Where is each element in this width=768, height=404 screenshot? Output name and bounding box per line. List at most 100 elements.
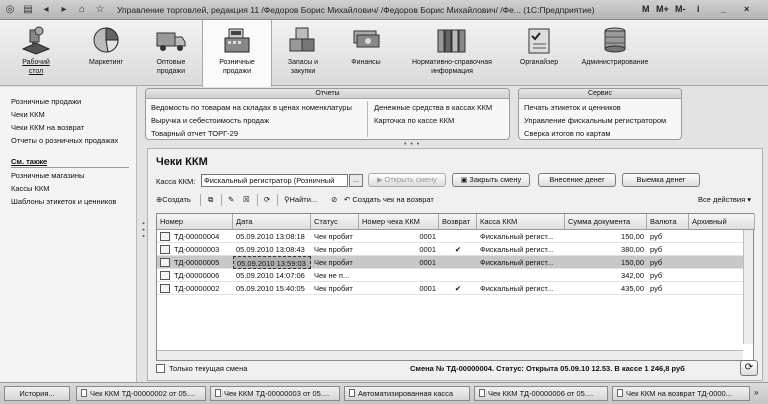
cell-archive (689, 230, 743, 243)
section-reference[interactable]: Нормативно-справочная информация (398, 20, 506, 86)
open-icon[interactable]: ▤ (22, 4, 34, 16)
task-window[interactable]: Чек ККМ ТД-00000006 от 05.... (474, 386, 608, 401)
column-number[interactable]: Номер (157, 214, 233, 230)
vertical-scrollbar[interactable] (743, 230, 753, 344)
section-finance[interactable]: Финансы (334, 20, 398, 86)
column-archive[interactable]: Архивный (689, 214, 755, 230)
table-row[interactable]: ТД-00000006 05.09.2010 14:07:06 Чек не п..… (157, 269, 743, 282)
withdraw-button[interactable]: Выемка денег (622, 173, 700, 187)
nav-item-kkm-returns[interactable]: Чеки ККМ на возврат (11, 123, 84, 132)
table-row[interactable]: ТД-00000003 05.09.2010 13:08:43 Чек пробит… (157, 243, 743, 256)
column-sum[interactable]: Сумма документа (565, 214, 647, 230)
section-marketing[interactable]: Маркетинг (72, 20, 140, 86)
cell-currency: руб (650, 271, 663, 280)
report-stock-balance[interactable]: Ведомость по товарам на складах в ценах … (151, 103, 352, 112)
nav-item-label-templates[interactable]: Шаблоны этикеток и ценников (11, 197, 116, 206)
section-retail[interactable]: Розничные продажи (202, 20, 272, 87)
cell-text: ТД-00000005 (174, 258, 220, 267)
document-icon (349, 389, 355, 397)
cell-text: ТД-00000004 (174, 232, 220, 241)
copy-icon[interactable]: ⧉ (208, 195, 213, 205)
boxes-icon (289, 27, 315, 52)
nav-item-retail-stores[interactable]: Розничные магазины (11, 171, 84, 180)
info-button[interactable]: i (697, 4, 700, 14)
memory-m-button[interactable]: M (642, 4, 650, 14)
splitter-handle-vertical[interactable]: • • • (139, 222, 146, 238)
app-logo-icon[interactable]: ◎ (4, 4, 16, 16)
service-fiscal-register[interactable]: Управление фискальным регистратором (524, 116, 666, 125)
cell-currency: руб (650, 232, 663, 241)
section-label: Финансы (351, 59, 381, 66)
column-currency[interactable]: Валюта (647, 214, 689, 230)
report-revenue-cost[interactable]: Выручка и себестоимость продаж (151, 116, 269, 125)
open-windows-panel: История... Чек ККМ ТД-00000002 от 05....… (0, 382, 768, 404)
cell-archive (689, 269, 743, 282)
favorites-icon[interactable]: ☆ (94, 4, 106, 16)
cell-status: Чек пробит (314, 232, 353, 241)
cell-check-no (359, 269, 439, 282)
toolbar-separator (257, 194, 258, 206)
section-organizer[interactable]: Органайзер (506, 20, 572, 86)
task-window[interactable]: Чек ККМ на возврат ТД-0000... (612, 386, 750, 401)
splitter-handle[interactable]: • • • (404, 141, 420, 148)
cell-return: ✔ (454, 245, 462, 254)
column-date[interactable]: Дата (233, 214, 311, 230)
task-window[interactable]: Чек ККМ ТД-00000002 от 05.... (76, 386, 206, 401)
forward-icon[interactable]: ▸ (58, 4, 70, 16)
nav-item-kkm-registers[interactable]: Кассы ККМ (11, 184, 50, 193)
document-icon (479, 389, 485, 397)
report-cash-in-kkm[interactable]: Денежные средства в кассах ККМ (374, 103, 492, 112)
nav-item-retail-reports[interactable]: Отчеты о розничных продажах (11, 136, 118, 145)
service-card-reconciliation[interactable]: Сверка итогов по картам (524, 129, 611, 138)
section-stock[interactable]: Запасы и закупки (272, 20, 334, 86)
column-status[interactable]: Статус (311, 214, 359, 230)
service-print-labels[interactable]: Печать этикеток и ценников (524, 103, 621, 112)
cancel-search-icon[interactable]: ⊘ (331, 195, 337, 204)
toolbar-separator (277, 194, 278, 206)
cell-number: ТД-00000002 (157, 282, 233, 295)
kassa-select-button[interactable]: ... (349, 174, 363, 187)
document-icon (160, 232, 170, 241)
cell-status: Чек пробит (314, 284, 353, 293)
section-desktop[interactable]: Рабочий стол (0, 20, 72, 86)
back-icon[interactable]: ◂ (40, 4, 52, 16)
table-row[interactable]: ТД-00000002 05.09.2010 15:40:05 Чек пробит… (157, 282, 743, 295)
refresh-button[interactable]: ⟳ (740, 360, 758, 376)
table-row[interactable]: ТД-00000005 05.09.2010 13:59:03 Чек пробит… (157, 256, 743, 269)
history-button[interactable]: История... (4, 386, 70, 401)
section-wholesale[interactable]: Оптовые продажи (140, 20, 202, 86)
taskbar-scroll-icon[interactable]: » (754, 388, 758, 397)
task-window[interactable]: Чек ККМ ТД-00000003 от 05.... (210, 386, 340, 401)
edit-icon[interactable]: ✎ (228, 195, 234, 204)
task-window[interactable]: Автоматизированная касса (344, 386, 470, 401)
create-return-button[interactable]: ↶ Создать чек на возврат (344, 195, 434, 204)
cell-kassa: Фискальный регист... (480, 258, 554, 267)
cash-register-icon (224, 28, 250, 53)
column-kassa[interactable]: Касса ККМ (477, 214, 565, 230)
all-actions-menu[interactable]: Все действия ▾ (698, 195, 751, 204)
find-button[interactable]: ⚲Найти... (284, 195, 317, 204)
nav-item-retail-sales[interactable]: Розничные продажи (11, 97, 81, 106)
memory-minus-button[interactable]: M- (675, 4, 686, 14)
close-shift-button[interactable]: ▣ Закрыть смену (452, 173, 530, 187)
minimize-button[interactable]: _ (721, 4, 726, 14)
column-return[interactable]: Возврат (439, 214, 477, 230)
section-administration[interactable]: Администрирование (572, 20, 658, 86)
create-button[interactable]: ⊕Создать (156, 195, 191, 204)
close-button[interactable]: × (744, 4, 749, 14)
column-check-no[interactable]: Номер чека ККМ (359, 214, 439, 230)
memory-plus-button[interactable]: M+ (656, 4, 669, 14)
nav-item-kkm-checks[interactable]: Чеки ККМ (11, 110, 45, 119)
deposit-button[interactable]: Внесение денег (538, 173, 616, 187)
delete-icon[interactable]: ☒ (243, 195, 250, 204)
table-row[interactable]: ТД-00000004 05.09.2010 13:08:18 Чек пробит… (157, 230, 743, 243)
horizontal-scrollbar[interactable] (157, 350, 743, 360)
document-icon (81, 389, 87, 397)
report-kkm-card[interactable]: Карточка по кассе ККМ (374, 116, 454, 125)
home-icon[interactable]: ⌂ (76, 4, 88, 16)
report-torg29[interactable]: Товарный отчет ТОРГ-29 (151, 129, 238, 138)
refresh-list-icon[interactable]: ⟳ (264, 195, 270, 204)
kassa-field[interactable]: Фискальный регистратор (Розничный (201, 174, 348, 187)
open-shift-button[interactable]: ▶ Открыть смену (368, 173, 446, 187)
only-current-shift-checkbox[interactable] (156, 364, 165, 373)
